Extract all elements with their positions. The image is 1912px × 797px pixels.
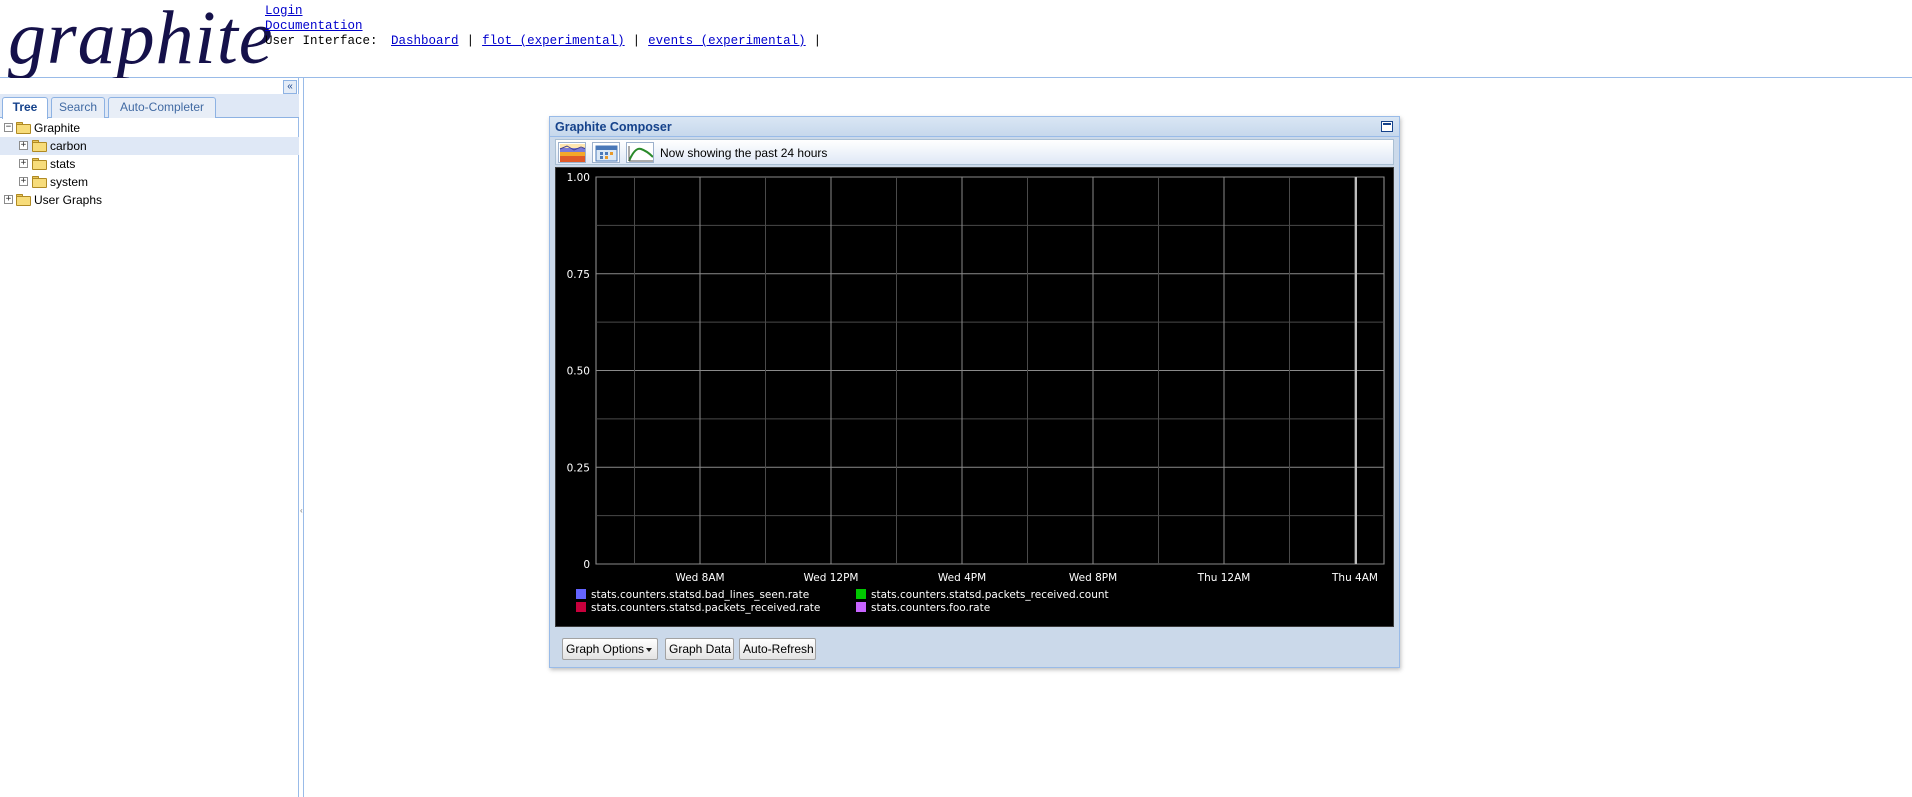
user-interface-label: User Interface: — [265, 34, 378, 48]
y-tick-label: 0.50 — [567, 366, 590, 378]
x-tick-label: Wed 4PM — [938, 572, 986, 584]
y-tick-label: 0.75 — [567, 269, 590, 281]
legend-label: stats.counters.foo.rate — [871, 602, 990, 614]
collapse-panel-button[interactable]: « — [283, 80, 297, 94]
x-tick-label: Wed 8AM — [675, 572, 724, 584]
y-tick-label: 0.25 — [567, 462, 590, 474]
expand-icon[interactable]: + — [19, 177, 28, 186]
separator: | — [466, 34, 475, 48]
navigation-panel: « Tree Search Auto-Completer − Graphite … — [0, 78, 299, 797]
y-tick-label: 0 — [583, 559, 590, 571]
folder-icon — [16, 194, 32, 206]
separator: | — [632, 34, 641, 48]
legend: stats.counters.statsd.bad_lines_seen.rat… — [576, 589, 1109, 614]
x-tick-label: Wed 8PM — [1069, 572, 1117, 584]
top-links: Login Documentation User Interface: Dash… — [265, 4, 829, 49]
flot-link[interactable]: flot (experimental) — [482, 34, 625, 48]
documentation-link[interactable]: Documentation — [265, 19, 363, 33]
time-range-status: Now showing the past 24 hours — [660, 146, 828, 160]
graph-canvas: 0 0.25 0.50 0.75 1.00 Wed 8AM Wed 12PM Wed 4PM W… — [567, 172, 1385, 614]
legend-swatch — [856, 602, 866, 612]
legend-label: stats.counters.statsd.bad_lines_seen.rat… — [591, 589, 809, 601]
header: graphite Login Documentation User Interf… — [0, 0, 1912, 80]
grid — [595, 176, 1385, 565]
legend-swatch — [576, 602, 586, 612]
x-tick-label: Wed 12PM — [804, 572, 859, 584]
graph-image[interactable]: 0 0.25 0.50 0.75 1.00 Wed 8AM Wed 12PM Wed 4PM W… — [555, 167, 1394, 627]
x-tick-label: Thu 4AM — [1331, 572, 1378, 584]
tree-node-user-graphs[interactable]: + User Graphs — [0, 191, 299, 209]
dashboard-link[interactable]: Dashboard — [391, 34, 459, 48]
maximize-icon[interactable] — [1381, 121, 1393, 132]
panel-tabs: Tree Search Auto-Completer — [0, 94, 299, 119]
legend-label: stats.counters.statsd.packets_received.r… — [591, 602, 820, 614]
legend-swatch — [576, 589, 586, 599]
tab-search[interactable]: Search — [51, 97, 105, 118]
graphite-composer-window: Graphite Composer Now showing the past 2… — [549, 116, 1400, 668]
splitter[interactable] — [303, 78, 304, 797]
separator: | — [813, 34, 822, 48]
composer-toolbar: Now showing the past 24 hours — [555, 139, 1394, 165]
collapse-icon[interactable]: − — [4, 123, 13, 132]
y-tick-label: 1.00 — [567, 172, 590, 184]
graph-options-button[interactable]: Graph Options — [562, 638, 658, 660]
chevron-down-icon — [646, 647, 653, 652]
tree-node-system[interactable]: + system — [0, 173, 299, 191]
x-tick-label: Thu 12AM — [1197, 572, 1251, 584]
dashboard-icon[interactable] — [558, 142, 586, 163]
login-link[interactable]: Login — [265, 4, 303, 18]
expand-icon[interactable]: + — [19, 159, 28, 168]
tree-node-carbon[interactable]: + carbon — [0, 137, 299, 155]
legend-swatch — [856, 589, 866, 599]
tree-node-stats[interactable]: + stats — [0, 155, 299, 173]
select-date-range-icon[interactable] — [592, 142, 620, 163]
tab-auto-completer[interactable]: Auto-Completer — [108, 97, 216, 118]
composer-title: Graphite Composer — [555, 120, 672, 134]
legend-label: stats.counters.statsd.packets_received.c… — [871, 589, 1109, 601]
axes: 0 0.25 0.50 0.75 1.00 Wed 8AM Wed 12PM Wed 4PM W… — [567, 172, 1378, 584]
folder-icon — [32, 158, 48, 170]
expand-icon[interactable]: + — [19, 141, 28, 150]
auto-refresh-button[interactable]: Auto-Refresh — [739, 638, 816, 660]
events-link[interactable]: events (experimental) — [648, 34, 806, 48]
metric-tree: − Graphite + carbon + stats + system + U… — [0, 119, 299, 209]
tab-tree[interactable]: Tree — [2, 97, 48, 119]
folder-open-icon — [16, 122, 32, 134]
recent-data-icon[interactable] — [626, 142, 654, 163]
graph-data-button[interactable]: Graph Data — [665, 638, 734, 660]
composer-titlebar[interactable]: Graphite Composer — [550, 117, 1399, 137]
tree-node-graphite[interactable]: − Graphite — [0, 119, 299, 137]
expand-icon[interactable]: + — [4, 195, 13, 204]
graphite-logo: graphite — [8, 0, 274, 80]
folder-icon — [32, 176, 48, 188]
folder-icon — [32, 140, 48, 152]
